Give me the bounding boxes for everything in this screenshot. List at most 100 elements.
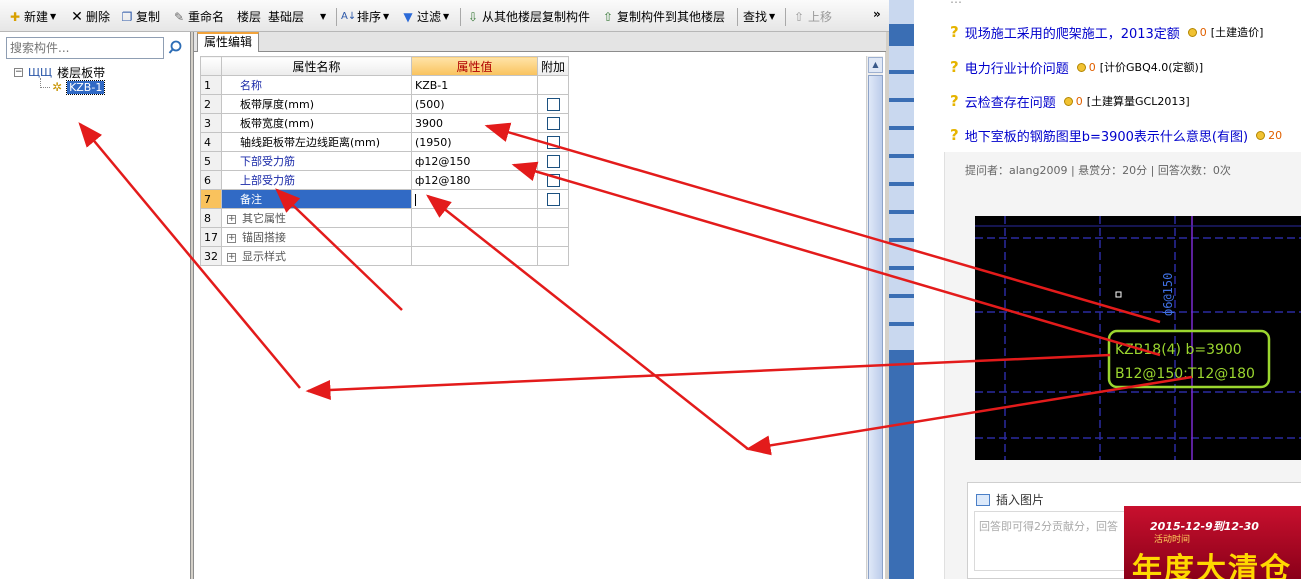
copy-button[interactable]: ❐ 复制	[120, 8, 160, 26]
property-name-cell[interactable]: + 锚固搭接	[221, 227, 412, 247]
extra-checkbox[interactable]	[546, 154, 560, 168]
filter-icon: ▼	[403, 10, 413, 24]
question-link[interactable]: 云检查存在问题	[965, 92, 1056, 111]
new-button[interactable]: ✚ 新建 ▼	[8, 8, 56, 26]
filter-label: 过滤	[417, 10, 442, 24]
property-value-cell[interactable]: ф12@150	[411, 151, 538, 171]
property-name-cell[interactable]: 下部受力筋	[221, 151, 412, 171]
filter-button[interactable]: ▼ 过滤 ▼	[401, 8, 449, 26]
toolbar-divider	[336, 8, 337, 26]
property-row[interactable]: 32 + 显示样式	[200, 246, 570, 266]
question-item[interactable]: ? 电力行业计价问题 0 [计价GBQ4.0(定额)]	[950, 57, 1203, 77]
property-value-cell[interactable]: (500)	[411, 94, 538, 114]
property-value-cell[interactable]: 3900	[411, 113, 538, 133]
property-row[interactable]: 1 名称 KZB-1	[200, 75, 570, 95]
extra-checkbox[interactable]	[546, 97, 560, 111]
cad-drawing-image[interactable]: ф6@150 KZB18(4) b=3900 B12@150;T12@180	[975, 216, 1301, 460]
extra-checkbox[interactable]	[546, 116, 560, 130]
scrollbar-thumb[interactable]	[868, 75, 883, 579]
scroll-up-icon[interactable]: ▲	[868, 57, 883, 73]
promo-banner[interactable]: 2015-12-9到12-30 活动时间 年度大清仓	[1124, 506, 1301, 579]
column-header-value[interactable]: 属性值	[411, 56, 538, 76]
property-name-cell[interactable]: 备注	[221, 189, 412, 209]
move-up-button[interactable]: ⇧ 上移	[792, 8, 832, 26]
component-search-input[interactable]	[6, 37, 164, 59]
property-value: 3900	[415, 116, 443, 130]
sort-label: 排序	[357, 10, 382, 24]
property-row[interactable]: 6 上部受力筋 ф12@180	[200, 170, 570, 190]
cad-drawing: ф6@150 KZB18(4) b=3900 B12@150;T12@180	[975, 216, 1301, 460]
extra-cell	[536, 208, 570, 228]
property-row[interactable]: 7 备注	[200, 189, 570, 209]
divider-block	[889, 186, 914, 210]
question-item[interactable]: ? 云检查存在问题 0 [土建算量GCL2013]	[950, 91, 1190, 111]
row-number: 7	[200, 189, 222, 209]
divider-block	[889, 158, 914, 182]
question-link[interactable]: 现场施工采用的爬架施工，2013定额	[965, 23, 1180, 42]
toolbar-divider	[785, 8, 786, 26]
vertical-scrollbar[interactable]: ▲	[866, 56, 883, 579]
question-mark-icon: ?	[950, 126, 959, 144]
copy-from-floor-button[interactable]: ⇩ 从其他楼层复制构件	[466, 8, 590, 26]
property-row[interactable]: 17 + 锚固搭接	[200, 227, 570, 247]
property-name-cell[interactable]: 板带厚度(mm)	[221, 94, 412, 114]
property-grid-body: 1 名称 KZB-1 2 板带厚度(mm) (500) 3 板带宽度(mm) 3900 4 轴线距板…	[200, 75, 570, 266]
property-name-cell[interactable]: + 显示样式	[221, 246, 412, 266]
search-icon[interactable]	[168, 39, 186, 57]
column-header-extra[interactable]: 附加	[536, 56, 570, 76]
question-link[interactable]: 地下室板的钢筋图里b=3900表示什么意思(有图)	[965, 126, 1248, 145]
dropdown-arrow-icon: ▼	[443, 12, 450, 21]
qa-webpage: … ? 现场施工采用的爬架施工，2013定额 0 [土建造价] ? 电力行业计价…	[914, 0, 1301, 579]
extra-checkbox[interactable]	[546, 192, 560, 206]
insert-image-button[interactable]: 插入图片	[976, 491, 1044, 508]
copy-to-floor-button[interactable]: ⇧ 复制构件到其他楼层	[601, 8, 725, 26]
expand-icon[interactable]: +	[227, 214, 236, 224]
question-item[interactable]: ? 现场施工采用的爬架施工，2013定额 0 [土建造价]	[950, 22, 1263, 42]
property-value-cell[interactable]: ф12@180	[411, 170, 538, 190]
property-value-cell[interactable]: (1950)	[411, 132, 538, 152]
property-value-cell[interactable]	[411, 189, 538, 209]
tree-node-floor-slab-band[interactable]: − ЩЩ 楼层板带	[14, 64, 105, 80]
sort-button[interactable]: A↓ 排序 ▼	[341, 8, 389, 26]
extra-checkbox[interactable]	[546, 173, 560, 187]
collapse-icon[interactable]: −	[14, 67, 23, 77]
question-item[interactable]: ? 地下室板的钢筋图里b=3900表示什么意思(有图) 20	[950, 125, 1286, 145]
divider-block	[889, 46, 914, 70]
find-button[interactable]: 查找 ▼	[743, 8, 775, 26]
property-value-cell[interactable]	[411, 208, 538, 228]
property-value-cell[interactable]	[411, 246, 538, 266]
tab-property-edit[interactable]: 属性编辑	[197, 32, 260, 52]
question-category[interactable]: [计价GBQ4.0(定额)]	[1100, 59, 1203, 75]
delete-button[interactable]: ✕ 删除	[70, 8, 110, 26]
property-name-cell[interactable]: 轴线距板带左边线距离(mm)	[221, 132, 412, 152]
rename-button[interactable]: ✎ 重命名	[172, 8, 224, 26]
floor-import-icon: ⇩	[467, 10, 479, 24]
property-row[interactable]: 2 板带厚度(mm) (500)	[200, 94, 570, 114]
row-number: 2	[200, 94, 222, 114]
property-value-cell[interactable]: KZB-1	[411, 75, 538, 95]
column-header-name[interactable]: 属性名称	[221, 56, 412, 76]
divider-block	[889, 326, 914, 350]
property-name-cell[interactable]: + 其它属性	[221, 208, 412, 228]
expand-icon[interactable]: +	[227, 252, 236, 262]
property-name-cell[interactable]: 上部受力筋	[221, 170, 412, 190]
tree-node-kzb-1[interactable]: ✲ KZB-1	[52, 79, 106, 95]
reward-count: 0	[1075, 94, 1083, 108]
property-row[interactable]: 3 板带宽度(mm) 3900	[200, 113, 570, 133]
property-name-cell[interactable]: 名称	[221, 75, 412, 95]
property-row[interactable]: 8 + 其它属性	[200, 208, 570, 228]
reward-count: 0	[1088, 60, 1096, 74]
toolbar-overflow-button[interactable]: »	[873, 5, 881, 23]
property-row[interactable]: 5 下部受力筋 ф12@150	[200, 151, 570, 171]
property-row[interactable]: 4 轴线距板带左边线距离(mm) (1950)	[200, 132, 570, 152]
property-name-cell[interactable]: 板带宽度(mm)	[221, 113, 412, 133]
property-value-cell[interactable]	[411, 227, 538, 247]
question-category[interactable]: [土建造价]	[1211, 24, 1264, 40]
toolbar-divider	[737, 8, 738, 26]
expand-icon[interactable]: +	[227, 233, 236, 243]
copy-from-floor-label: 从其他楼层复制构件	[482, 10, 591, 24]
question-link[interactable]: 电力行业计价问题	[965, 58, 1069, 77]
extra-checkbox[interactable]	[546, 135, 560, 149]
question-category[interactable]: [土建算量GCL2013]	[1087, 93, 1190, 109]
layer-select[interactable]: 基础层 ▼	[268, 8, 332, 26]
